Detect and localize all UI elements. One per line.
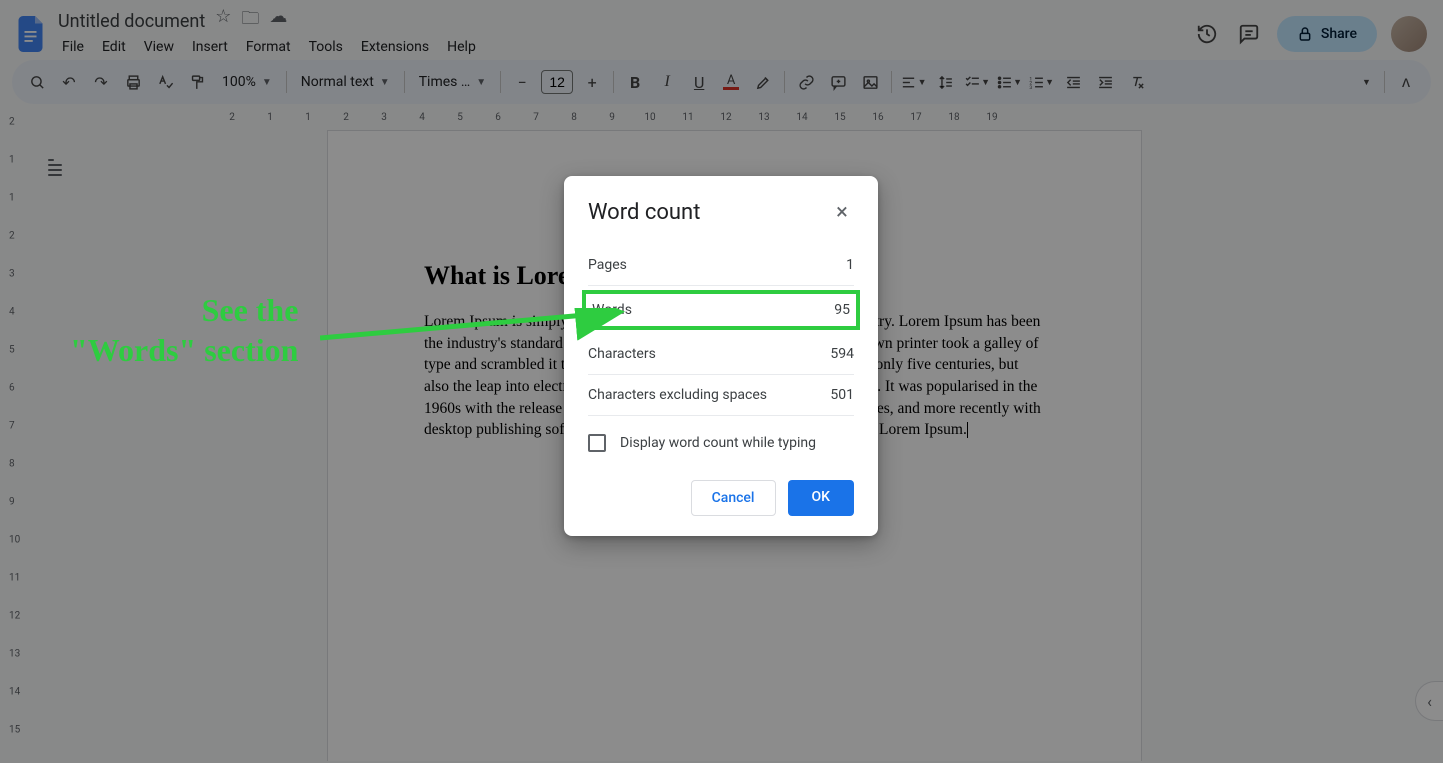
menu-view[interactable]: View [136,36,182,58]
font-size-decrease-icon[interactable]: − [507,67,537,97]
text-cursor [967,422,968,438]
insert-link-icon[interactable] [791,67,821,97]
insert-comment-icon[interactable] [823,67,853,97]
wc-label: Characters excluding spaces [588,387,767,403]
line-spacing-icon[interactable] [930,67,960,97]
font-select[interactable]: Times …▼ [411,70,494,94]
italic-icon[interactable]: I [652,67,682,97]
vertical-ruler[interactable]: 21123456789101112131415 [6,128,26,761]
collapse-toolbar-icon[interactable]: ʌ [1391,67,1421,97]
checkbox-label: Display word count while typing [620,435,816,451]
undo-icon[interactable]: ↶ [54,67,84,97]
close-icon[interactable]: × [830,202,854,224]
comments-icon[interactable] [1235,20,1263,48]
wc-value: 501 [830,387,854,403]
indent-decrease-icon[interactable] [1058,67,1088,97]
menu-edit[interactable]: Edit [94,36,134,58]
clear-formatting-icon[interactable] [1122,67,1152,97]
cancel-button[interactable]: Cancel [691,480,776,516]
history-icon[interactable] [1193,20,1221,48]
ok-button[interactable]: OK [788,480,855,516]
insert-image-icon[interactable] [855,67,885,97]
checklist-icon[interactable]: ▼ [962,67,992,97]
docs-logo[interactable] [12,8,52,60]
wc-row-characters-no-spaces: Characters excluding spaces 501 [588,375,854,416]
wc-value: 594 [830,346,854,362]
wc-value: 95 [834,302,850,318]
wc-value: 1 [846,257,854,273]
editing-mode-select[interactable]: ▼ [1348,67,1378,97]
star-icon[interactable]: ☆ [215,6,231,36]
print-icon[interactable] [118,67,148,97]
numbered-list-icon[interactable]: 123▼ [1026,67,1056,97]
move-icon[interactable]: 🗀 [241,6,259,36]
zoom-select[interactable]: 100%▼ [214,70,280,94]
menu-extensions[interactable]: Extensions [353,36,437,58]
wc-label: Words [592,302,632,318]
wc-row-characters: Characters 594 [588,334,854,375]
font-size-increase-icon[interactable]: + [577,67,607,97]
cloud-status-icon[interactable]: ☁ [269,6,287,36]
menu-insert[interactable]: Insert [184,36,236,58]
display-while-typing-checkbox[interactable] [588,434,606,452]
indent-increase-icon[interactable] [1090,67,1120,97]
svg-text:3: 3 [1030,84,1033,90]
menu-help[interactable]: Help [439,36,484,58]
wc-label: Characters [588,346,656,362]
document-title[interactable]: Untitled document [58,11,205,32]
text-color-icon[interactable]: A [716,67,746,97]
underline-icon[interactable]: U [684,67,714,97]
wc-row-words: Words 95 [582,290,860,330]
account-avatar[interactable] [1391,16,1427,52]
menu-tools[interactable]: Tools [301,36,351,58]
lock-icon [1297,26,1313,42]
dialog-title: Word count [588,200,700,225]
menu-format[interactable]: Format [238,36,299,58]
search-icon[interactable] [22,67,52,97]
bold-icon[interactable]: B [620,67,650,97]
outline-toggle-icon[interactable] [42,152,72,182]
paint-format-icon[interactable] [182,67,212,97]
menu-file[interactable]: File [54,36,92,58]
paragraph-style-select[interactable]: Normal text▼ [293,70,398,94]
wc-label: Pages [588,257,627,273]
wc-row-pages: Pages 1 [588,245,854,286]
word-count-dialog: Word count × Pages 1 Words 95 Characters… [564,176,878,536]
highlight-icon[interactable] [748,67,778,97]
redo-icon[interactable]: ↷ [86,67,116,97]
horizontal-ruler[interactable]: 2112345678910111213141516171819 [52,108,1443,128]
align-icon[interactable]: ▼ [898,67,928,97]
bulleted-list-icon[interactable]: ▼ [994,67,1024,97]
spellcheck-icon[interactable] [150,67,180,97]
toolbar: ↶ ↷ 100%▼ Normal text▼ Times …▼ − + B I … [12,60,1431,104]
font-size-input[interactable] [541,70,573,94]
share-label: Share [1321,26,1357,42]
menubar: File Edit View Insert Format Tools Exten… [52,34,1193,60]
share-button[interactable]: Share [1277,16,1377,52]
